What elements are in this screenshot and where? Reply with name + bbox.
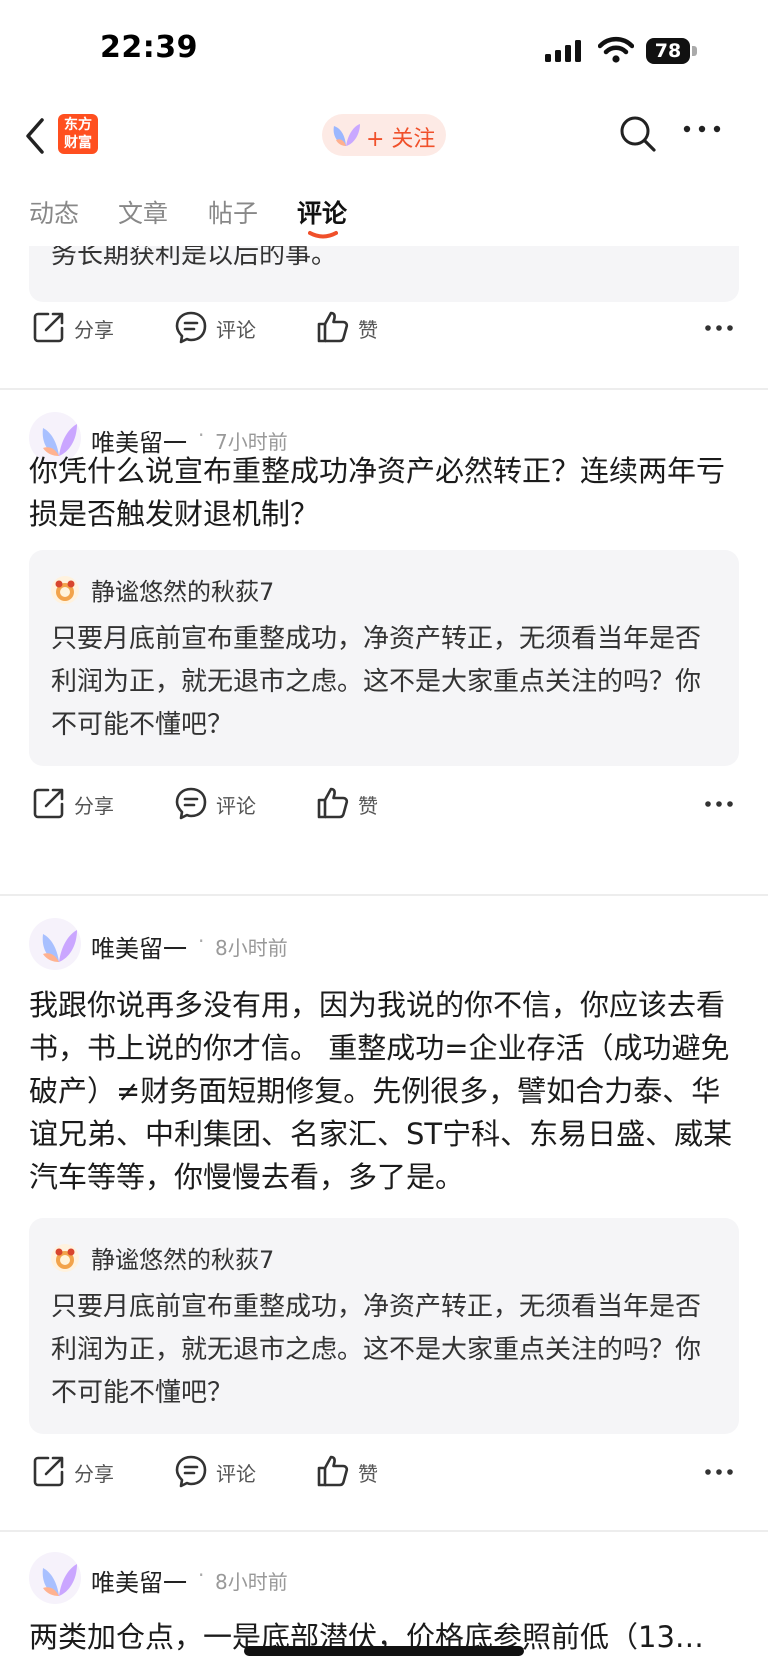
butterfly-icon bbox=[333, 124, 360, 146]
battery-tip bbox=[692, 46, 697, 56]
logo-line-2: 财富 bbox=[64, 135, 92, 151]
status-time: 22:39 bbox=[100, 30, 198, 65]
tab-comments[interactable]: 评论 bbox=[297, 194, 347, 230]
post-divider bbox=[0, 1530, 768, 1532]
quoted-comment-text: 只要月底前宣布重整成功，净资产转正，无须看当年是否利润为正，就无退市之虑。这不是… bbox=[51, 1292, 702, 1408]
post-text[interactable]: 我跟你说再多没有用，因为我说的你不信，你应该去看书，书上说的你才信。 重整成功=… bbox=[29, 984, 741, 1199]
post-text[interactable]: 你凭什么说宣布重整成功净资产必然转正？连续两年亏损是否触发财退机制？ bbox=[29, 450, 741, 536]
top-nav-bar: 东方 财富 + 关注 bbox=[0, 100, 768, 172]
share-icon bbox=[33, 1456, 64, 1487]
share-label: 分享 bbox=[74, 794, 114, 818]
quoted-user-avatar bbox=[51, 576, 79, 604]
cellular-signal-icon bbox=[545, 40, 581, 62]
comment-bubble-icon bbox=[175, 311, 207, 344]
separator-dot: · bbox=[198, 423, 205, 447]
butterfly-avatar-icon bbox=[42, 1564, 77, 1596]
cartoon-avatar-icon bbox=[55, 580, 75, 601]
comment-feed: 务长期获利是以后的事。 分享 评论 赞 唯美留一 · 7小时前 你凭什么说宣布重… bbox=[0, 246, 768, 1665]
cartoon-avatar-icon bbox=[55, 1248, 75, 1269]
quoted-user-name[interactable]: 静谧悠然的秋荻7 bbox=[91, 572, 274, 607]
post-header: 唯美留一 · 8小时前 bbox=[29, 918, 629, 974]
back-arrow-icon[interactable] bbox=[22, 116, 48, 156]
status-bar: 22:39 78 bbox=[0, 0, 768, 100]
quoted-user-avatar bbox=[51, 1244, 79, 1272]
comment-label: 评论 bbox=[216, 318, 256, 342]
more-options-icon[interactable] bbox=[682, 124, 722, 134]
post-time: 8小时前 bbox=[215, 936, 288, 960]
separator-dot: · bbox=[198, 1563, 205, 1587]
more-icon[interactable] bbox=[704, 324, 734, 332]
action-bar: 分享 评论 赞 bbox=[0, 298, 768, 358]
action-bar: 分享 评论 赞 bbox=[0, 1442, 768, 1502]
post-divider bbox=[0, 894, 768, 896]
author-name[interactable]: 唯美留一 bbox=[91, 929, 187, 964]
more-icon[interactable] bbox=[704, 1468, 734, 1476]
profile-tabs: 动态 文章 帖子 评论 bbox=[0, 180, 768, 246]
quoted-comment-box[interactable]: 务长期获利是以后的事。 bbox=[29, 246, 739, 302]
logo-line-1: 东方 bbox=[64, 117, 92, 133]
search-icon[interactable] bbox=[618, 114, 658, 154]
quoted-comment-text: 务长期获利是以后的事。 bbox=[51, 246, 338, 270]
comment-bubble-icon bbox=[175, 1455, 207, 1488]
share-label: 分享 bbox=[74, 318, 114, 342]
butterfly-avatar-icon bbox=[42, 930, 77, 962]
more-icon[interactable] bbox=[704, 800, 734, 808]
like-label: 赞 bbox=[358, 794, 378, 818]
thumbs-up-icon bbox=[317, 311, 349, 343]
comment-label: 评论 bbox=[216, 794, 256, 818]
comment-label: 评论 bbox=[216, 1462, 256, 1486]
avatar[interactable] bbox=[29, 1552, 81, 1604]
author-name[interactable]: 唯美留一 bbox=[91, 1563, 187, 1598]
follow-button[interactable]: + 关注 bbox=[322, 114, 446, 156]
active-tab-indicator bbox=[308, 231, 338, 239]
avatar[interactable] bbox=[29, 918, 81, 970]
battery-indicator: 78 bbox=[646, 38, 690, 64]
follow-label: + 关注 bbox=[366, 127, 436, 152]
comment-bubble-icon bbox=[175, 787, 207, 820]
quoted-user-name[interactable]: 静谧悠然的秋荻7 bbox=[91, 1240, 274, 1275]
app-logo[interactable]: 东方 财富 bbox=[58, 114, 98, 154]
post-header: 唯美留一 · 8小时前 bbox=[29, 1552, 629, 1608]
quoted-comment-box[interactable]: 静谧悠然的秋荻7 只要月底前宣布重整成功，净资产转正，无须看当年是否利润为正，就… bbox=[29, 550, 739, 766]
share-icon bbox=[33, 312, 64, 343]
tab-dynamics[interactable]: 动态 bbox=[29, 194, 79, 230]
share-icon bbox=[33, 788, 64, 819]
thumbs-up-icon bbox=[317, 1455, 349, 1487]
quoted-comment-box[interactable]: 静谧悠然的秋荻7 只要月底前宣布重整成功，净资产转正，无须看当年是否利润为正，就… bbox=[29, 1218, 739, 1434]
action-bar: 分享 评论 赞 bbox=[0, 774, 768, 834]
quoted-comment-text: 只要月底前宣布重整成功，净资产转正，无须看当年是否利润为正，就无退市之虑。这不是… bbox=[51, 624, 702, 740]
thumbs-up-icon bbox=[317, 787, 349, 819]
home-indicator[interactable] bbox=[244, 1646, 524, 1656]
like-label: 赞 bbox=[358, 318, 378, 342]
separator-dot: · bbox=[198, 929, 205, 953]
share-label: 分享 bbox=[74, 1462, 114, 1486]
tab-posts[interactable]: 帖子 bbox=[208, 194, 258, 230]
wifi-icon bbox=[598, 36, 634, 63]
like-label: 赞 bbox=[358, 1462, 378, 1486]
post-time: 8小时前 bbox=[215, 1570, 288, 1594]
tab-articles[interactable]: 文章 bbox=[118, 194, 168, 230]
